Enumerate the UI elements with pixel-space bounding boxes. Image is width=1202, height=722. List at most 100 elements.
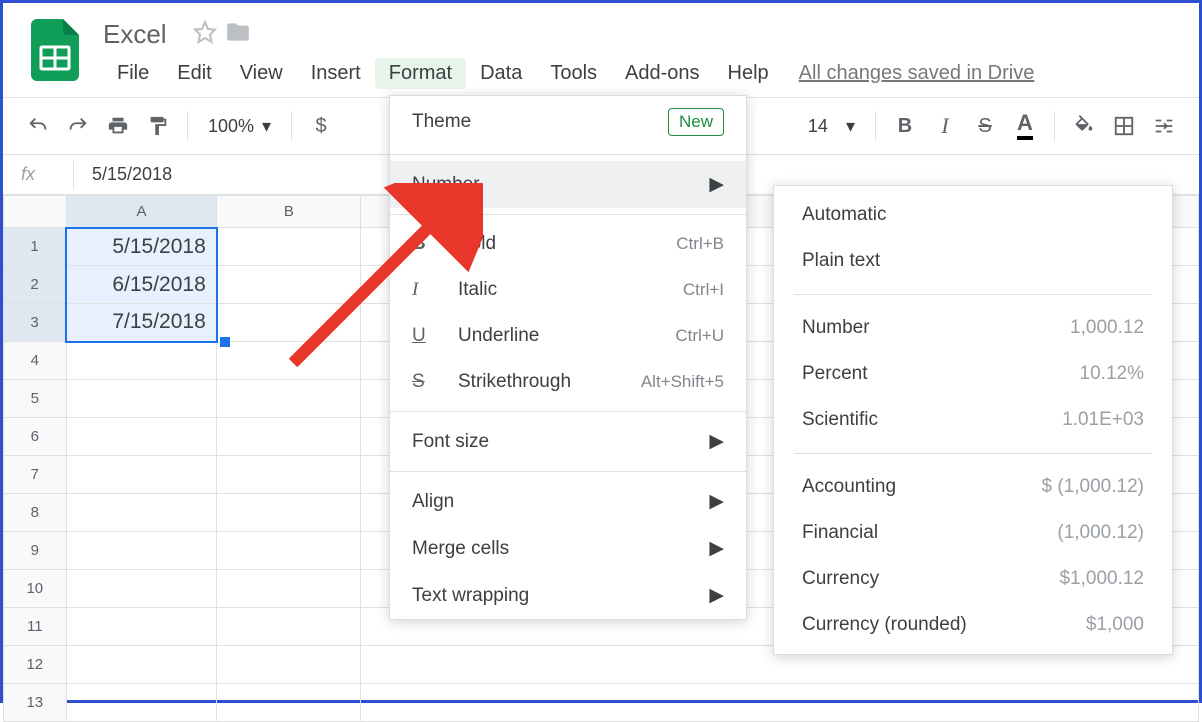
- row-header[interactable]: 10: [4, 570, 67, 608]
- underline-icon: U: [412, 325, 438, 347]
- submenu-arrow-icon: ▶: [709, 584, 724, 607]
- row-header[interactable]: 12: [4, 646, 67, 684]
- font-size-selector[interactable]: 14▾: [800, 116, 863, 137]
- submenu-arrow-icon: ▶: [709, 490, 724, 513]
- menu-item-italic[interactable]: IItalicCtrl+I: [390, 267, 746, 313]
- formula-input[interactable]: 5/15/2018: [92, 164, 172, 185]
- bold-button[interactable]: B: [888, 109, 922, 143]
- paint-format-button[interactable]: [141, 109, 175, 143]
- text-color-button[interactable]: A: [1008, 109, 1042, 143]
- submenu-arrow-icon: ▶: [709, 430, 724, 453]
- menu-item-number[interactable]: Number ▶: [390, 161, 746, 208]
- row-header[interactable]: 9: [4, 532, 67, 570]
- menu-item-align[interactable]: Align▶: [390, 478, 746, 525]
- row-header[interactable]: 1: [4, 228, 67, 266]
- cell[interactable]: [66, 532, 217, 570]
- menu-item-underline[interactable]: UUnderlineCtrl+U: [390, 313, 746, 359]
- number-format-option[interactable]: Financial(1,000.12): [774, 510, 1172, 556]
- number-format-option[interactable]: Plain text: [774, 238, 1172, 284]
- menu-addons[interactable]: Add-ons: [611, 58, 714, 89]
- row-header[interactable]: 3: [4, 304, 67, 342]
- cell[interactable]: [66, 456, 217, 494]
- strikethrough-icon: S: [412, 371, 438, 393]
- number-format-option[interactable]: Automatic: [774, 192, 1172, 238]
- strikethrough-button[interactable]: S: [968, 109, 1002, 143]
- cell[interactable]: [66, 608, 217, 646]
- borders-button[interactable]: [1107, 109, 1141, 143]
- row-header[interactable]: 6: [4, 418, 67, 456]
- header: Excel File Edit View Insert Format Data …: [3, 3, 1199, 89]
- number-format-option[interactable]: Percent10.12%: [774, 351, 1172, 397]
- fx-icon: fx: [21, 164, 55, 185]
- menu-edit[interactable]: Edit: [163, 58, 225, 89]
- folder-icon[interactable]: [225, 19, 251, 50]
- cell[interactable]: [217, 380, 361, 418]
- cell[interactable]: [66, 380, 217, 418]
- row-header[interactable]: 5: [4, 380, 67, 418]
- save-status[interactable]: All changes saved in Drive: [799, 62, 1035, 85]
- number-format-option[interactable]: Number1,000.12: [774, 305, 1172, 351]
- cell[interactable]: [217, 532, 361, 570]
- number-format-option[interactable]: Accounting$ (1,000.12): [774, 464, 1172, 510]
- sheets-logo: [31, 19, 79, 81]
- menu-item-font-size[interactable]: Font size▶: [390, 418, 746, 465]
- cell[interactable]: [217, 570, 361, 608]
- cell[interactable]: [66, 494, 217, 532]
- cell[interactable]: [217, 456, 361, 494]
- print-button[interactable]: [101, 109, 135, 143]
- cell[interactable]: [217, 228, 361, 266]
- cell[interactable]: [217, 342, 361, 380]
- cell[interactable]: [66, 570, 217, 608]
- row-header[interactable]: 2: [4, 266, 67, 304]
- document-title[interactable]: Excel: [103, 19, 167, 50]
- number-format-option[interactable]: Scientific1.01E+03: [774, 397, 1172, 443]
- submenu-arrow-icon: ▶: [709, 537, 724, 560]
- number-format-option[interactable]: Currency (rounded)$1,000: [774, 602, 1172, 648]
- row-header[interactable]: 7: [4, 456, 67, 494]
- cell[interactable]: [217, 266, 361, 304]
- zoom-selector[interactable]: 100%▾: [200, 116, 279, 137]
- row-header[interactable]: 4: [4, 342, 67, 380]
- star-icon[interactable]: [193, 20, 217, 49]
- menu-item-theme[interactable]: Theme New: [390, 96, 746, 148]
- cell-A3[interactable]: 7/15/2018: [66, 304, 217, 342]
- select-all-corner[interactable]: [4, 196, 67, 228]
- menu-bar: File Edit View Insert Format Data Tools …: [103, 58, 1179, 89]
- bold-icon: B: [412, 233, 438, 255]
- cell[interactable]: [66, 418, 217, 456]
- chevron-down-icon: ▾: [262, 116, 271, 137]
- menu-format[interactable]: Format: [375, 58, 466, 89]
- menu-item-text-wrapping[interactable]: Text wrapping▶: [390, 572, 746, 619]
- row-header[interactable]: 11: [4, 608, 67, 646]
- format-currency-button[interactable]: $: [304, 109, 338, 143]
- redo-button[interactable]: [61, 109, 95, 143]
- cell-A1[interactable]: 5/15/2018: [66, 228, 217, 266]
- merge-cells-button[interactable]: [1147, 109, 1181, 143]
- row-header[interactable]: 8: [4, 494, 67, 532]
- cell-A2[interactable]: 6/15/2018: [66, 266, 217, 304]
- menu-file[interactable]: File: [103, 58, 163, 89]
- cell[interactable]: [217, 304, 361, 342]
- menu-data[interactable]: Data: [466, 58, 536, 89]
- menu-view[interactable]: View: [226, 58, 297, 89]
- undo-button[interactable]: [21, 109, 55, 143]
- cell[interactable]: [217, 494, 361, 532]
- cell[interactable]: [217, 608, 361, 646]
- menu-item-merge-cells[interactable]: Merge cells▶: [390, 525, 746, 572]
- number-format-option[interactable]: Currency$1,000.12: [774, 556, 1172, 602]
- menu-tools[interactable]: Tools: [536, 58, 611, 89]
- menu-insert[interactable]: Insert: [297, 58, 375, 89]
- column-header-A[interactable]: A: [66, 196, 217, 228]
- selection-handle[interactable]: [220, 337, 230, 347]
- cell[interactable]: [217, 418, 361, 456]
- italic-button[interactable]: I: [928, 109, 962, 143]
- fill-color-button[interactable]: [1067, 109, 1101, 143]
- italic-icon: I: [412, 279, 438, 301]
- cell[interactable]: [66, 646, 217, 684]
- menu-item-bold[interactable]: BBoldCtrl+B: [390, 221, 746, 267]
- cell[interactable]: [217, 646, 361, 684]
- menu-help[interactable]: Help: [714, 58, 783, 89]
- cell[interactable]: [66, 342, 217, 380]
- column-header-B[interactable]: B: [217, 196, 361, 228]
- menu-item-strikethrough[interactable]: SStrikethroughAlt+Shift+5: [390, 359, 746, 405]
